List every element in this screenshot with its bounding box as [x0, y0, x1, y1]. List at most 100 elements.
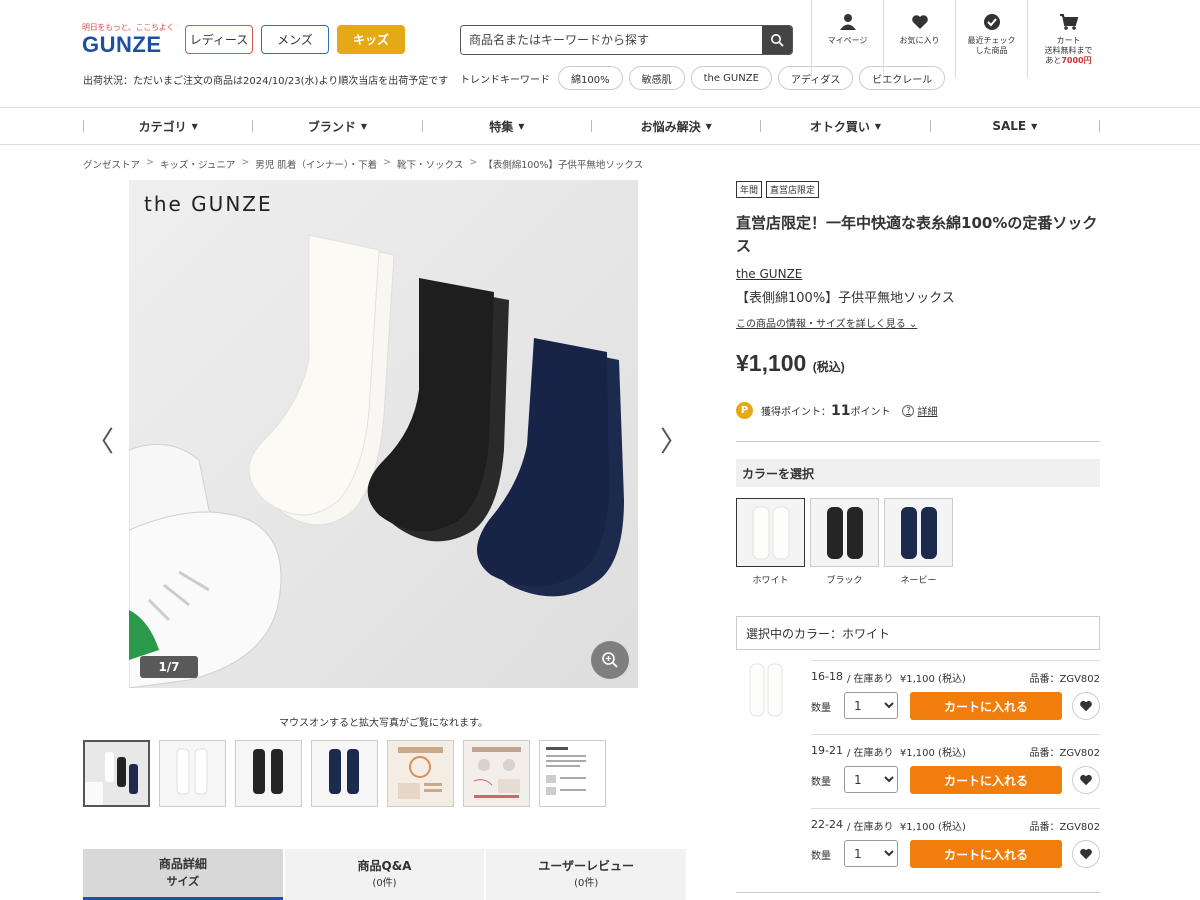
thumbnail-strip — [83, 740, 606, 807]
favorites-label: お気に入り — [899, 36, 940, 45]
swatch-white[interactable]: ホワイト — [736, 498, 805, 586]
user-icon — [839, 14, 856, 30]
qty-select[interactable]: 1 — [844, 766, 898, 793]
main-product-image[interactable]: the GUNZE 1/7 — [129, 180, 638, 688]
zoom-in-icon — [602, 652, 618, 668]
breadcrumb-item[interactable]: 靴下・ソックス — [397, 157, 463, 171]
thumbnail[interactable] — [83, 740, 150, 807]
nav-deals[interactable]: オトク買い ▼ — [760, 119, 929, 134]
thumbnail[interactable] — [311, 740, 378, 807]
size-image — [736, 660, 796, 720]
tab-sub: (0件) — [574, 877, 599, 889]
nav-solutions[interactable]: お悩み解決 ▼ — [590, 119, 760, 134]
size-price: ¥1,100 (税込) — [899, 674, 966, 685]
product-code: 品番：ZGV802 — [1029, 822, 1100, 833]
add-to-cart-button[interactable]: カートに入れる — [910, 766, 1062, 794]
heart-icon — [1080, 848, 1092, 860]
zoom-button[interactable] — [591, 641, 629, 679]
price-tax: (税込) — [812, 360, 845, 374]
heart-icon — [911, 15, 928, 29]
trend-chip[interactable]: 綿100% — [558, 66, 623, 90]
recent-link[interactable]: 最近チェック した商品 — [955, 0, 1027, 78]
product-brand-link[interactable]: the GUNZE — [736, 267, 802, 281]
badge-store-limited: 直営店限定 — [766, 181, 820, 198]
kids-button[interactable]: キッズ — [337, 25, 405, 54]
badge-year-round: 年間 — [736, 181, 763, 198]
breadcrumb-item[interactable]: グンゼストア — [83, 157, 140, 171]
breadcrumb-sep: > — [241, 157, 250, 168]
tab-sub: (0件) — [372, 877, 397, 889]
swatch-label: ホワイト — [752, 576, 789, 586]
nav-sale[interactable]: SALE ▼ — [929, 119, 1100, 133]
caret-down-icon: ▼ — [518, 121, 525, 131]
favorite-button[interactable] — [1072, 766, 1100, 794]
size-price: ¥1,100 (税込) — [899, 748, 966, 759]
qty-label: 数量 — [811, 851, 831, 862]
breadcrumb-sep: > — [383, 157, 392, 168]
add-to-cart-button[interactable]: カートに入れる — [910, 840, 1062, 868]
free-shipping-amount: 7000円 — [1061, 56, 1092, 65]
tab-sub: サイズ — [166, 875, 200, 888]
heart-icon — [1080, 700, 1092, 712]
points-value: 11 — [831, 402, 851, 419]
product-code: 品番：ZGV802 — [1029, 674, 1100, 685]
add-to-cart-button[interactable]: カートに入れる — [910, 692, 1062, 720]
tab-qa[interactable]: 商品Q&A (0件) — [284, 849, 485, 900]
swatch-black[interactable]: ブラック — [810, 498, 879, 586]
search-button[interactable] — [762, 26, 792, 54]
breadcrumb-current: 【表側綿100%】子供平無地ソックス — [483, 160, 644, 171]
favorite-button[interactable] — [1072, 692, 1100, 720]
mens-button[interactable]: メンズ — [261, 25, 329, 54]
size-label: 19-21 — [811, 744, 843, 757]
breadcrumb-item[interactable]: 男児 肌着（インナー）・下着 — [255, 157, 377, 171]
product-name: 【表側綿100%】子供平無地ソックス — [736, 291, 955, 306]
stock-label: / 在庫あり — [846, 674, 894, 685]
points-row: P 獲得ポイント：11ポイント ? 詳細 — [736, 402, 937, 419]
nav-brand[interactable]: ブランド ▼ — [252, 120, 421, 134]
trend-chip[interactable]: 敏感肌 — [628, 66, 685, 90]
cart-label: カート — [1056, 36, 1081, 45]
trend-chip[interactable]: the GUNZE — [690, 66, 772, 90]
product-info-link[interactable]: この商品の情報・サイズを詳しく見る ⌄ — [736, 315, 917, 330]
gunze-logo[interactable]: 明日をもっと、ここちよく GUNZE — [82, 22, 174, 58]
size-label: 16-18 — [811, 670, 843, 683]
nav-feature[interactable]: 特集 ▼ — [421, 120, 591, 134]
thumbnail[interactable] — [235, 740, 302, 807]
ladies-button[interactable]: レディース — [185, 25, 253, 54]
breadcrumb-item[interactable]: キッズ・ジュニア — [160, 157, 235, 171]
size-label: 22-24 — [811, 818, 843, 831]
gallery-prev-arrow[interactable]: 〈 — [86, 420, 114, 460]
nav-label: オトク買い — [809, 119, 870, 134]
points-icon: P — [736, 402, 753, 419]
qty-select[interactable]: 1 — [844, 840, 898, 867]
gallery-next-arrow[interactable]: 〉 — [660, 420, 688, 460]
stock-label: / 在庫あり — [846, 748, 894, 759]
selected-color: 選択中のカラー：ホワイト — [736, 616, 1100, 650]
nav-label: カテゴリ — [138, 119, 187, 134]
logo-text: GUNZE — [82, 32, 162, 57]
thumbnail[interactable] — [539, 740, 606, 807]
cart-link[interactable]: カート 送料無料まで あと7000円 — [1027, 0, 1109, 78]
color-swatches: ホワイト ブラック ネービー — [736, 498, 953, 586]
product-price: ¥1,100 (税込) — [736, 350, 845, 377]
points-help-link[interactable]: ? 詳細 — [902, 403, 937, 418]
tab-label: 商品詳細 — [158, 857, 207, 871]
thumbnail[interactable] — [159, 740, 226, 807]
mypage-link[interactable]: マイページ — [811, 0, 883, 78]
swatch-navy[interactable]: ネービー — [884, 498, 953, 586]
qty-select[interactable]: 1 — [844, 692, 898, 719]
favorite-button[interactable] — [1072, 840, 1100, 868]
favorites-link[interactable]: お気に入り — [883, 0, 955, 78]
thumbnail[interactable] — [387, 740, 454, 807]
tab-details[interactable]: 商品詳細 サイズ — [83, 849, 283, 900]
nav-label: お悩み解決 — [640, 119, 701, 134]
caret-down-icon: ▼ — [360, 121, 368, 131]
search-input[interactable] — [461, 26, 763, 54]
thumbnail[interactable] — [463, 740, 530, 807]
tab-reviews[interactable]: ユーザーレビュー (0件) — [486, 849, 687, 900]
product-badges: 年間 直営店限定 — [736, 181, 820, 198]
product-title: 直営店限定！一年中快適な表糸綿100%の定番ソックス — [736, 214, 1098, 255]
points-unit: ポイント — [850, 406, 891, 418]
nav-category[interactable]: カテゴリ ▼ — [83, 119, 252, 134]
size-price: ¥1,100 (税込) — [899, 822, 966, 833]
